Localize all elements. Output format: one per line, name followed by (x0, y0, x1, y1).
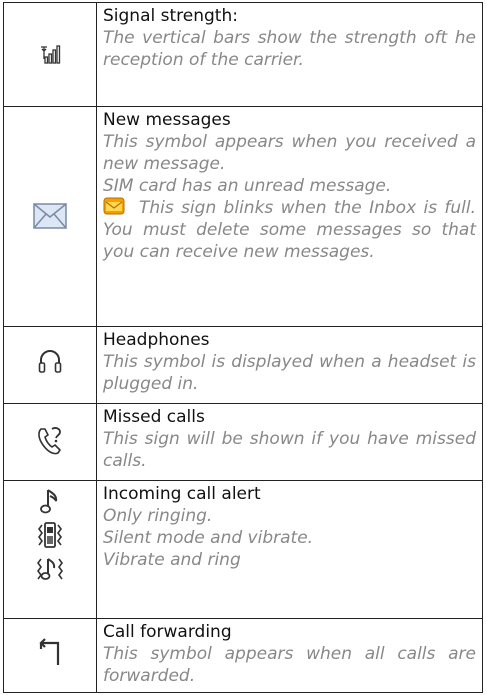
desc-cell: New messages This symbol appears when yo… (96, 106, 483, 327)
desc-cell: Call forwarding This symbol appears when… (96, 618, 483, 693)
row-title: Signal strength: (103, 6, 238, 26)
vibrate-ring-icon (37, 558, 63, 580)
envelope-icon (33, 203, 67, 229)
inbox-full-icon (103, 197, 125, 215)
text-line: This symbol appears when you received a … (103, 132, 476, 174)
status-icons-table: Signal strength: The vertical bars show … (3, 2, 483, 693)
table-row-signal: Signal strength: The vertical bars show … (3, 2, 483, 107)
icon-cell (3, 618, 97, 693)
table-row-missed-calls: Missed calls This sign will be shown if … (3, 403, 483, 481)
text-line: SIM card has an unread message. (103, 176, 392, 196)
signal-icon (41, 45, 61, 64)
row-text: This symbol is displayed when a headset … (103, 352, 476, 394)
desc-cell: Incoming call alert Only ringing. Silent… (96, 480, 483, 619)
call-forward-icon (39, 638, 60, 665)
row-text: This sign will be shown if you have miss… (103, 429, 476, 471)
desc-cell: Missed calls This sign will be shown if … (96, 403, 483, 481)
missed-call-icon (38, 427, 61, 455)
table-row-headphones: Headphones This symbol is displayed when… (3, 326, 483, 404)
row-title: Missed calls (103, 407, 205, 427)
row-title: Incoming call alert (103, 484, 261, 504)
desc-cell: Signal strength: The vertical bars show … (96, 2, 483, 107)
text-line: Only ringing. (103, 506, 213, 526)
row-title: New messages (103, 110, 231, 130)
text-line: Vibrate and ring (103, 550, 241, 570)
icon-cell (3, 2, 97, 107)
table-row-messages: New messages This symbol appears when yo… (3, 106, 483, 327)
text-line: This sign blinks when the Inbox is full.… (103, 197, 476, 263)
row-text: This symbol appears when all calls are f… (103, 644, 476, 686)
table-row-call-forwarding: Call forwarding This symbol appears when… (3, 618, 483, 693)
icon-cell (3, 326, 97, 404)
vibrate-icon (38, 522, 62, 548)
row-text: The vertical bars show the strength oft … (103, 28, 476, 70)
icon-cell (3, 403, 97, 481)
headphones-icon (38, 350, 62, 373)
row-title: Call forwarding (103, 622, 232, 642)
row-text: This symbol appears when you received a … (103, 131, 476, 263)
inbox-full-text: This sign blinks when the Inbox is full.… (103, 198, 476, 262)
desc-cell: Headphones This symbol is displayed when… (96, 326, 483, 404)
ringing-icon (40, 489, 58, 514)
table-row-call-alert: Incoming call alert Only ringing. Silent… (3, 480, 483, 619)
icon-cell (3, 106, 97, 327)
row-title: Headphones (103, 330, 210, 350)
icon-cell (3, 480, 97, 619)
row-text: Only ringing. Silent mode and vibrate. V… (103, 505, 476, 571)
text-line: Silent mode and vibrate. (103, 528, 314, 548)
